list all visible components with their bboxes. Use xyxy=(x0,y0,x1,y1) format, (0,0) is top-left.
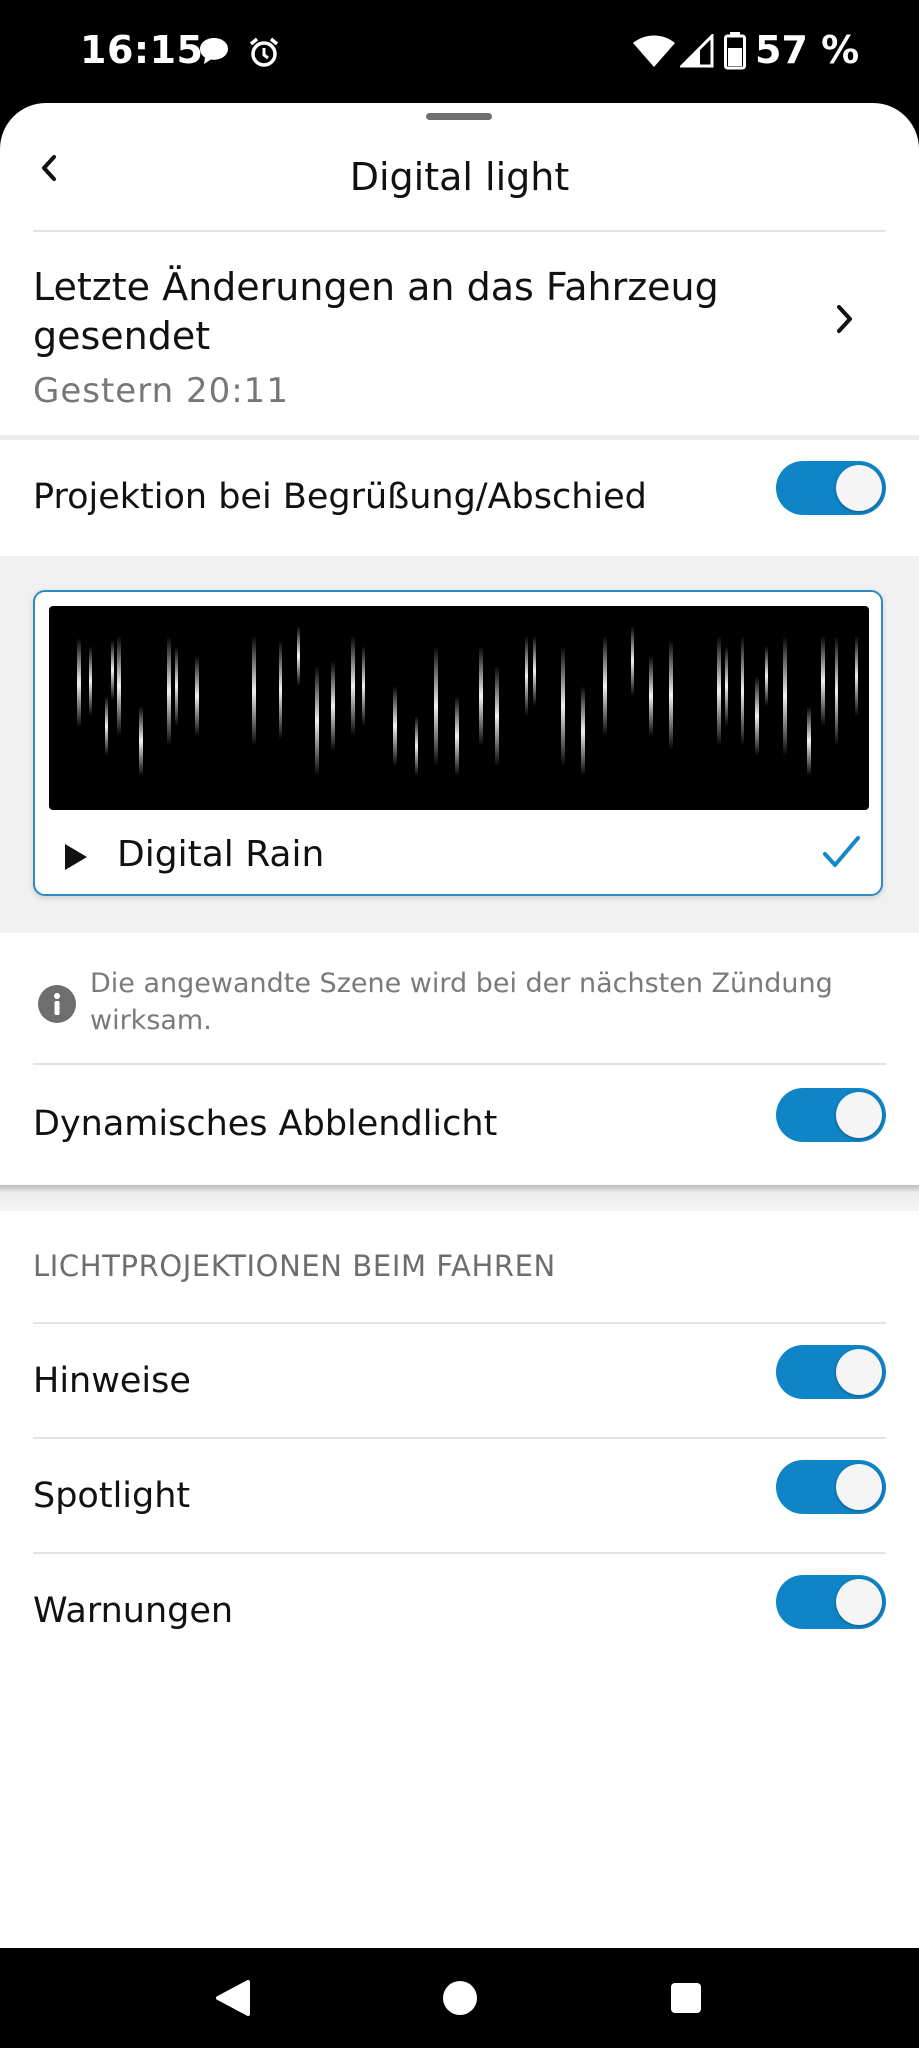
toggle-knob xyxy=(836,1092,882,1138)
section-heading: LICHTPROJEKTIONEN BEIM FAHREN xyxy=(33,1249,556,1283)
info-text: Die angewandte Szene wird bei der nächst… xyxy=(90,968,833,1036)
toggle-knob xyxy=(836,1579,882,1625)
projection-label: Projektion bei Begrüßung/Abschied xyxy=(33,477,647,517)
hinweise-toggle[interactable] xyxy=(776,1345,886,1399)
wifi-icon xyxy=(632,34,676,72)
play-icon[interactable] xyxy=(63,842,89,876)
scene-card[interactable]: Digital Rain xyxy=(33,590,883,896)
warnungen-label: Warnungen xyxy=(33,1591,234,1631)
home-circle-icon[interactable] xyxy=(442,1980,478,2020)
projection-toggle[interactable] xyxy=(776,461,886,515)
hinweise-label: Hinweise xyxy=(33,1361,191,1401)
info-icon xyxy=(38,985,76,1027)
divider xyxy=(33,1552,886,1554)
back-triangle-icon[interactable] xyxy=(214,1979,250,2021)
dynamic-low-beam-toggle[interactable] xyxy=(776,1088,886,1142)
checkmark-icon xyxy=(821,832,861,876)
divider xyxy=(33,230,886,232)
scene-name: Digital Rain xyxy=(117,834,325,875)
navigation-bar xyxy=(0,1948,919,2048)
chat-bubble-icon xyxy=(198,36,230,70)
warnungen-toggle[interactable] xyxy=(776,1575,886,1629)
page-title: Digital light xyxy=(349,155,570,199)
chevron-right-icon xyxy=(830,299,860,339)
recents-square-icon[interactable] xyxy=(670,1982,702,2018)
spotlight-toggle[interactable] xyxy=(776,1460,886,1514)
spotlight-label: Spotlight xyxy=(33,1476,191,1516)
divider xyxy=(33,1063,886,1065)
toggle-knob xyxy=(836,465,882,511)
divider xyxy=(33,1322,886,1324)
battery-icon xyxy=(724,32,746,74)
status-time: 16:15 xyxy=(80,28,204,72)
last-changes-title: Letzte Änderungen an das Fahrzeug gesend… xyxy=(33,265,719,358)
battery-percentage: 57 % xyxy=(755,28,860,72)
signal-icon xyxy=(678,32,714,72)
toggle-knob xyxy=(836,1464,882,1510)
toggle-knob xyxy=(836,1349,882,1395)
last-changes-timestamp: Gestern 20:11 xyxy=(33,371,289,411)
scene-preview-image xyxy=(49,606,869,810)
drag-handle[interactable] xyxy=(426,113,492,120)
dynamic-low-beam-label: Dynamisches Abblendlicht xyxy=(33,1104,498,1144)
status-bar: 16:15 57 % xyxy=(0,0,919,103)
bottom-sheet: Digital light Letzte Änderungen an das F… xyxy=(0,103,919,1948)
divider xyxy=(33,1437,886,1439)
section-separator xyxy=(0,435,919,440)
section-separator xyxy=(0,1185,919,1211)
alarm-icon xyxy=(248,36,280,72)
